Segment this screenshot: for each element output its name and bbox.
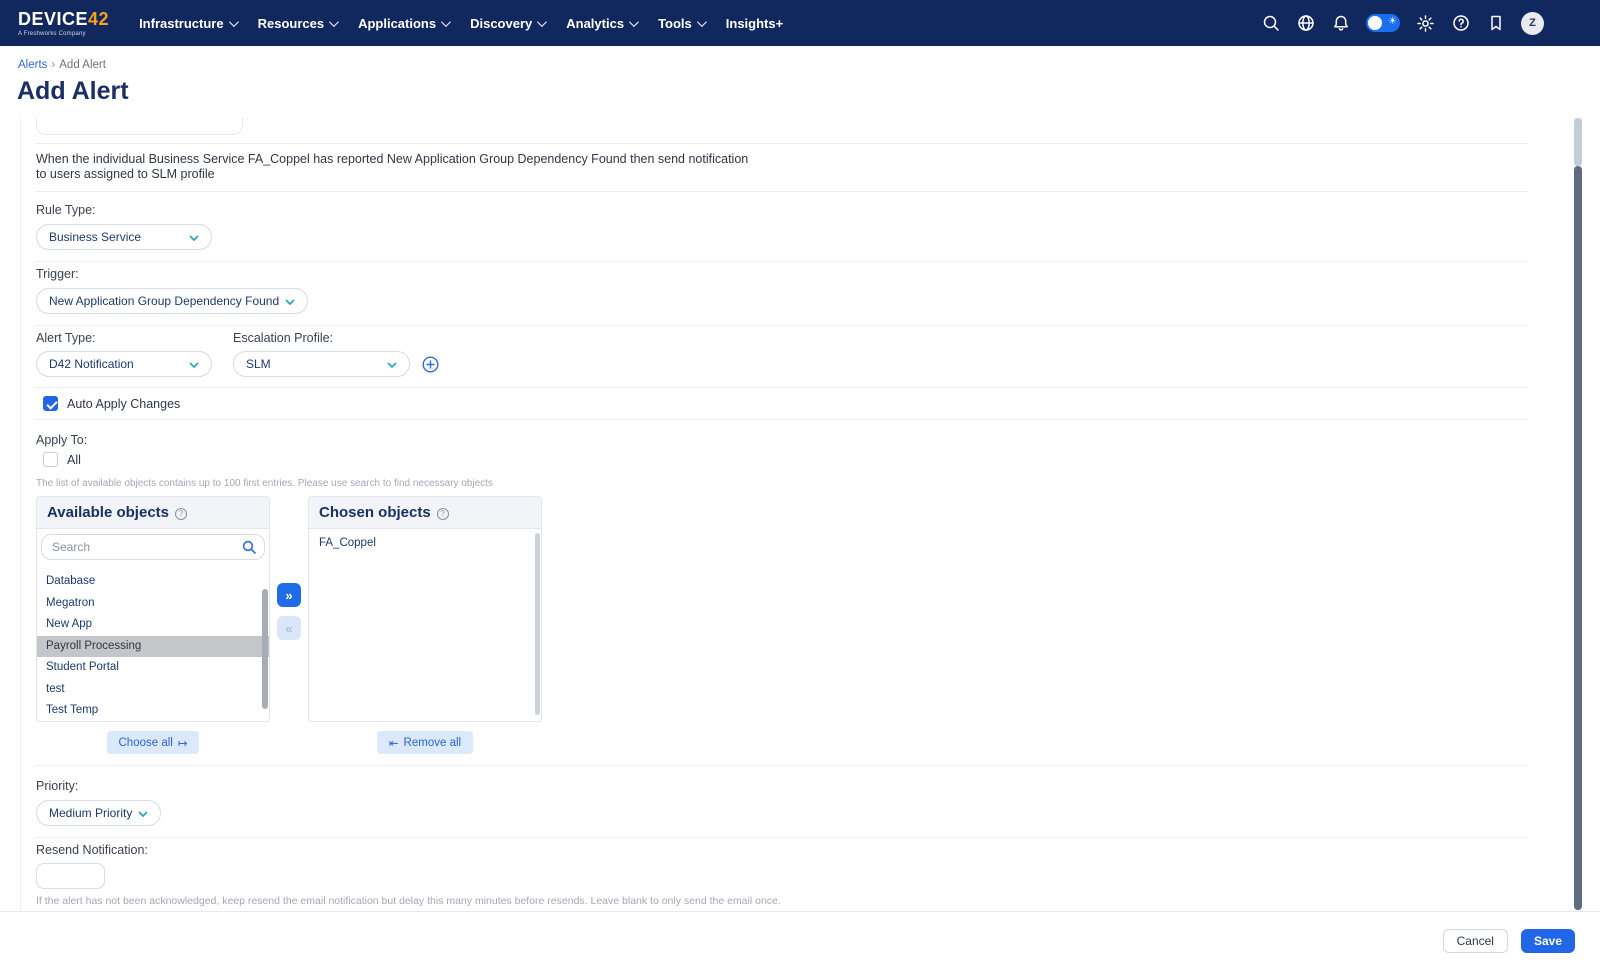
breadcrumb: Alerts › Add Alert: [18, 59, 106, 71]
cancel-button[interactable]: Cancel: [1443, 929, 1508, 953]
arrow-to-right-icon: ↦: [178, 736, 188, 750]
chevron-down-icon: [387, 359, 397, 369]
chosen-objects-title: Chosen objects: [319, 504, 431, 521]
help-icon[interactable]: ?: [175, 508, 187, 520]
apply-to-all-checkbox[interactable]: [43, 452, 58, 467]
device42-logo[interactable]: DEVICE42 A Freshworks Company: [18, 10, 109, 37]
breadcrumb-separator: ›: [51, 59, 55, 71]
object-picker: Available objects ? Database Megatron Ne…: [36, 496, 1528, 722]
search-icon[interactable]: [1261, 14, 1280, 33]
search-icon[interactable]: [242, 540, 256, 554]
form-scroll-area: When the individual Business Service FA_…: [0, 118, 1600, 911]
trigger-label: Trigger:: [36, 267, 1528, 281]
chevron-down-icon: [537, 17, 547, 27]
logo-subtitle: A Freshworks Company: [18, 31, 109, 37]
list-item[interactable]: FA_Coppel: [309, 532, 541, 554]
list-item[interactable]: Megatron: [37, 593, 269, 615]
chevron-down-icon: [329, 17, 339, 27]
top-navbar: DEVICE42 A Freshworks Company Infrastruc…: [0, 0, 1600, 46]
navbar-actions: ☀ Z: [1261, 12, 1600, 35]
alert-type-select[interactable]: D42 Notification: [36, 351, 212, 377]
chevron-down-icon: [629, 17, 639, 27]
chosen-objects-list: FA_Coppel: [309, 529, 541, 721]
logo-text: DEVICE: [18, 9, 88, 29]
list-item[interactable]: test: [37, 679, 269, 701]
resend-help-text: If the alert has not been acknowledged, …: [36, 895, 1528, 907]
arrow-to-left-icon: ⇤: [389, 736, 399, 750]
list-item[interactable]: New App: [37, 614, 269, 636]
list-item[interactable]: Student Portal: [37, 657, 269, 679]
bell-icon[interactable]: [1331, 14, 1350, 33]
escalation-profile-select[interactable]: SLM: [233, 351, 410, 377]
alert-name-field-partial[interactable]: [36, 118, 243, 135]
globe-icon[interactable]: [1296, 14, 1315, 33]
trigger-select[interactable]: New Application Group Dependency Found: [36, 288, 308, 314]
breadcrumb-alerts-link[interactable]: Alerts: [18, 59, 47, 71]
help-icon[interactable]: [1451, 14, 1470, 33]
add-escalation-profile-button[interactable]: [422, 356, 439, 373]
gear-icon[interactable]: [1416, 14, 1435, 33]
content-left-edge: [20, 118, 21, 911]
apply-to-label: Apply To:: [36, 433, 1528, 447]
menu-insights[interactable]: Insights+: [726, 16, 783, 31]
chosen-list-scrollbar[interactable]: [535, 533, 540, 715]
auto-apply-checkbox[interactable]: [43, 396, 58, 411]
move-right-button[interactable]: »: [277, 583, 301, 607]
available-objects-title: Available objects: [47, 504, 169, 521]
menu-applications[interactable]: Applications: [358, 16, 448, 31]
list-item[interactable]: Database: [37, 571, 269, 593]
remove-all-button[interactable]: ⇤Remove all: [377, 731, 473, 754]
auto-apply-label: Auto Apply Changes: [67, 397, 180, 411]
toggle-knob: [1368, 16, 1382, 30]
list-limit-note: The list of available objects contains u…: [36, 478, 1528, 489]
resend-notification-input[interactable]: [36, 863, 105, 889]
form-footer: Cancel Save: [0, 911, 1600, 969]
sun-icon: ☀: [1388, 16, 1397, 27]
menu-analytics[interactable]: Analytics: [566, 16, 636, 31]
main-menu: Infrastructure Resources Applications Di…: [139, 16, 783, 31]
menu-resources[interactable]: Resources: [258, 16, 336, 31]
move-left-button[interactable]: «: [277, 616, 301, 640]
rule-type-select[interactable]: Business Service: [36, 224, 212, 250]
page-scrollbar-track-top: [1574, 118, 1582, 166]
menu-tools[interactable]: Tools: [658, 16, 704, 31]
help-icon[interactable]: ?: [437, 508, 449, 520]
chevron-down-icon: [229, 17, 239, 27]
avatar[interactable]: Z: [1521, 12, 1544, 35]
chosen-objects-panel: Chosen objects ? FA_Coppel: [308, 496, 542, 722]
chevron-down-icon: [441, 17, 451, 27]
chevron-down-icon: [138, 808, 148, 818]
menu-discovery[interactable]: Discovery: [470, 16, 544, 31]
escalation-profile-label: Escalation Profile:: [233, 331, 333, 345]
page-title: Add Alert: [17, 77, 129, 106]
resend-notification-label: Resend Notification:: [36, 843, 1528, 857]
rule-summary: When the individual Business Service FA_…: [36, 152, 1528, 182]
chevron-down-icon: [189, 232, 199, 242]
menu-infrastructure[interactable]: Infrastructure: [139, 16, 236, 31]
apply-to-all-label: All: [67, 453, 81, 467]
available-objects-list: Database Megatron New App Payroll Proces…: [37, 565, 269, 721]
chevron-down-icon: [697, 17, 707, 27]
available-search-input[interactable]: [41, 534, 265, 560]
breadcrumb-current: Add Alert: [59, 59, 106, 71]
logo-accent: 42: [88, 9, 109, 29]
rule-type-label: Rule Type:: [36, 203, 1528, 217]
priority-label: Priority:: [36, 779, 1528, 793]
theme-toggle[interactable]: ☀: [1366, 14, 1400, 32]
priority-select[interactable]: Medium Priority: [36, 800, 161, 826]
transfer-buttons: » «: [270, 496, 308, 722]
list-item[interactable]: Test Temp: [37, 700, 269, 721]
page-scrollbar-thumb[interactable]: [1574, 166, 1582, 910]
save-button[interactable]: Save: [1521, 929, 1575, 953]
alert-type-label: Alert Type:: [36, 331, 233, 345]
chevron-down-icon: [285, 296, 295, 306]
available-objects-panel: Available objects ? Database Megatron Ne…: [36, 496, 270, 722]
bookmark-icon[interactable]: [1486, 14, 1505, 33]
choose-all-button[interactable]: Choose all↦: [107, 731, 200, 754]
chevron-down-icon: [189, 359, 199, 369]
list-item-selected[interactable]: Payroll Processing: [37, 636, 269, 658]
available-list-scrollbar[interactable]: [262, 589, 268, 709]
